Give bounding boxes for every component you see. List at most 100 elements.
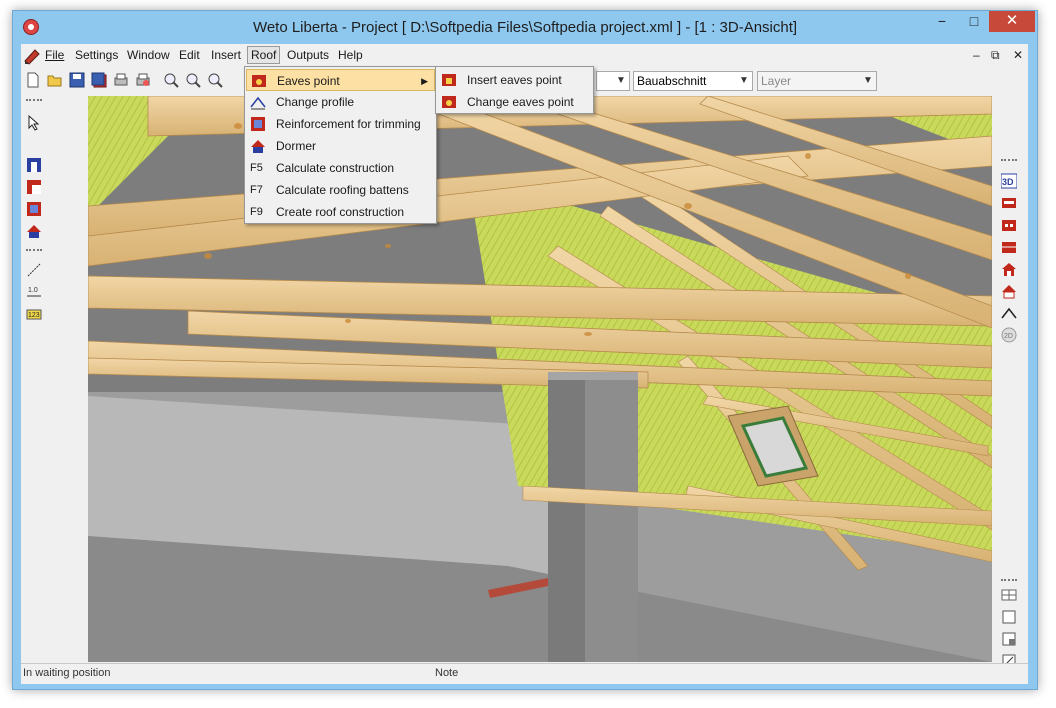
3d-view-canvas[interactable] (88, 96, 992, 662)
menu-item-label: Dormer (276, 139, 317, 153)
client-area: File Settings Window Edit Insert Roof Ou… (21, 44, 1028, 684)
menu-item-calculate-battens[interactable]: F7 Calculate roofing battens (246, 179, 435, 201)
eaves-point-icon (252, 75, 266, 87)
reinforcement-icon (251, 117, 265, 131)
save-icon[interactable] (69, 72, 85, 88)
line-tool-icon[interactable] (26, 262, 42, 278)
toolbar-grip[interactable] (26, 99, 42, 104)
svg-text:3D: 3D (1002, 177, 1014, 187)
svg-text:2D: 2D (1004, 333, 1013, 340)
menu-item-label: Reinforcement for trimming (276, 117, 421, 131)
menu-shortcut: F9 (250, 206, 263, 218)
grid-icon[interactable] (1001, 587, 1017, 603)
maximize-button[interactable]: □ (957, 11, 991, 32)
change-eaves-icon (442, 96, 456, 108)
section-combo[interactable]: Bauabschnitt ▼ (633, 71, 753, 91)
menu-outputs[interactable]: Outputs (287, 48, 329, 62)
menu-item-label: Insert eaves point (467, 73, 562, 87)
roof-menu: Eaves point ▶ Change profile Reinforceme… (244, 66, 437, 224)
frame-icon[interactable] (1001, 609, 1017, 625)
menu-file[interactable]: File (45, 48, 64, 62)
menu-insert[interactable]: Insert (211, 48, 241, 62)
chevron-down-icon: ▼ (616, 75, 626, 86)
dimension-tool-icon[interactable]: 1.0 (26, 284, 42, 300)
wall-tool-icon[interactable] (26, 157, 42, 173)
menu-item-label: Eaves point (277, 74, 340, 88)
menu-item-label: Calculate construction (276, 161, 395, 175)
eaves-submenu: Insert eaves point Change eaves point (435, 66, 594, 114)
menu-item-label: Change profile (276, 95, 355, 109)
save-all-icon[interactable] (91, 72, 107, 88)
zoom-in-icon[interactable] (163, 72, 179, 88)
status-text: In waiting position (23, 667, 111, 679)
left-toolbar: 1.0 123 (21, 97, 47, 657)
menu-item-change-eaves[interactable]: Change eaves point (437, 91, 592, 113)
menu-shortcut: F5 (250, 162, 263, 174)
status-bar: In waiting position Note (21, 663, 1028, 684)
corner-tool-icon[interactable] (26, 179, 42, 195)
menu-item-label: Calculate roofing battens (276, 183, 409, 197)
status-note: Note (435, 667, 459, 679)
toolbar-grip[interactable] (1001, 579, 1017, 584)
menu-item-reinforcement[interactable]: Reinforcement for trimming (246, 113, 435, 135)
section-view-icon[interactable] (1001, 217, 1017, 233)
mdi-restore-button[interactable]: ⧉ (991, 48, 1000, 63)
menu-window[interactable]: Window (127, 48, 170, 62)
layer-combo-value: Layer (761, 74, 792, 88)
menu-item-label: Change eaves point (467, 95, 574, 109)
menu-item-label: Create roof construction (276, 205, 405, 219)
opening-tool-icon[interactable] (26, 201, 42, 217)
menu-item-dormer[interactable]: Dormer (246, 135, 435, 157)
menu-edit[interactable]: Edit (179, 48, 200, 62)
roof-construction-render (88, 96, 992, 662)
zoom-out-icon[interactable] (185, 72, 201, 88)
dormer-icon (251, 140, 265, 153)
title-bar: Weto Liberta - Project [ D:\Softpedia Fi… (13, 11, 1037, 44)
view-combo[interactable]: ▼ (596, 71, 630, 91)
roof-tool-icon[interactable] (26, 223, 42, 239)
new-file-icon[interactable] (25, 72, 41, 88)
change-profile-icon (250, 96, 266, 110)
menu-item-calculate-construction[interactable]: F5 Calculate construction (246, 157, 435, 179)
chevron-down-icon: ▼ (739, 75, 749, 86)
house-roof-icon[interactable] (1001, 283, 1017, 299)
menu-settings[interactable]: Settings (75, 48, 118, 62)
menu-item-change-profile[interactable]: Change profile (246, 91, 435, 113)
elevation-view-icon[interactable] (1001, 239, 1017, 255)
svg-text:1.0: 1.0 (28, 287, 38, 294)
right-toolbar: 3D 2D (996, 97, 1022, 668)
insert-eaves-icon (442, 74, 456, 86)
document-app-icon[interactable] (23, 47, 41, 65)
menu-item-eaves-point[interactable]: Eaves point ▶ (246, 69, 435, 91)
menu-shortcut: F7 (250, 184, 263, 196)
print-icon[interactable] (113, 72, 129, 88)
print-preview-icon[interactable] (135, 72, 151, 88)
house-view-icon[interactable] (1001, 261, 1017, 277)
floor-plan-icon[interactable] (1001, 195, 1017, 211)
fill-rect-icon[interactable] (1001, 631, 1017, 647)
menu-help[interactable]: Help (338, 48, 363, 62)
menu-item-insert-eaves[interactable]: Insert eaves point (437, 69, 592, 91)
toolbar-grip[interactable] (1001, 159, 1017, 164)
mdi-minimize-button[interactable]: – (973, 48, 980, 62)
svg-text:123: 123 (28, 312, 40, 319)
mdi-close-button[interactable]: ✕ (1013, 48, 1023, 62)
3d-view-icon[interactable]: 3D (1001, 173, 1017, 189)
section-combo-value: Bauabschnitt (637, 74, 707, 88)
layer-combo[interactable]: Layer ▼ (757, 71, 877, 91)
select-pointer-icon[interactable] (26, 115, 42, 131)
numbering-tool-icon[interactable]: 123 (26, 306, 42, 322)
toolbar-grip[interactable] (26, 249, 42, 254)
2d-view-icon[interactable]: 2D (1001, 327, 1017, 343)
window-title: Weto Liberta - Project [ D:\Softpedia Fi… (252, 19, 798, 36)
roof-outline-icon[interactable] (1001, 305, 1017, 321)
submenu-arrow-icon: ▶ (421, 76, 428, 86)
chevron-down-icon: ▼ (863, 75, 873, 86)
close-button[interactable]: ✕ (989, 11, 1035, 32)
open-folder-icon[interactable] (47, 72, 63, 88)
zoom-window-icon[interactable] (207, 72, 223, 88)
menu-item-create-roof[interactable]: F9 Create roof construction (246, 201, 435, 223)
menu-roof[interactable]: Roof (247, 46, 281, 64)
menu-bar: File Settings Window Edit Insert Roof Ou… (21, 44, 1028, 68)
minimize-button[interactable]: − (925, 11, 959, 32)
